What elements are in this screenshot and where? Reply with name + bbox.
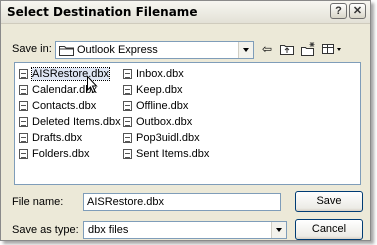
select-destination-dialog: Select Destination Filename ? ✕ Save in:… bbox=[0, 0, 371, 241]
file-item[interactable]: Outbox.dbx bbox=[121, 114, 209, 130]
title-bar[interactable]: Select Destination Filename ? ✕ bbox=[1, 1, 370, 24]
dbx-file-icon bbox=[123, 117, 132, 127]
dbx-file-icon bbox=[19, 85, 28, 95]
file-name-label: File name: bbox=[12, 196, 64, 208]
file-item[interactable]: Offline.dbx bbox=[121, 98, 209, 114]
save-in-dropdown[interactable]: Outlook Express bbox=[55, 41, 254, 59]
file-column-2: Inbox.dbx Keep.dbx Offline.dbx Outbox.db… bbox=[121, 66, 209, 162]
dbx-file-icon bbox=[123, 101, 132, 111]
dbx-file-icon bbox=[19, 117, 28, 127]
dialog-title: Select Destination Filename bbox=[7, 5, 198, 19]
file-item[interactable]: Keep.dbx bbox=[121, 82, 209, 98]
folder-icon bbox=[59, 46, 74, 56]
file-item[interactable]: Inbox.dbx bbox=[121, 66, 209, 82]
file-item[interactable]: Calendar.dbx bbox=[17, 82, 121, 98]
file-list[interactable]: AISRestore.dbx Calendar.dbx Contacts.dbx… bbox=[14, 62, 361, 185]
file-name-input[interactable] bbox=[83, 193, 281, 211]
file-item[interactable]: Folders.dbx bbox=[17, 146, 121, 162]
chevron-down-icon[interactable] bbox=[271, 222, 286, 238]
new-folder-icon[interactable] bbox=[300, 41, 316, 57]
save-button[interactable]: Save bbox=[295, 191, 363, 212]
dbx-file-icon bbox=[19, 69, 28, 79]
dbx-file-icon bbox=[123, 133, 132, 143]
save-in-label: Save in: bbox=[12, 43, 52, 55]
dbx-file-icon bbox=[123, 69, 132, 79]
dbx-file-icon bbox=[19, 149, 28, 159]
save-as-type-dropdown[interactable]: dbx files bbox=[83, 221, 287, 239]
file-item[interactable]: Drafts.dbx bbox=[17, 130, 121, 146]
back-icon[interactable]: ⇦ bbox=[259, 41, 275, 57]
file-item[interactable]: Deleted Items.dbx bbox=[17, 114, 121, 130]
save-as-type-label: Save as type: bbox=[12, 224, 79, 236]
save-as-type-value: dbx files bbox=[88, 224, 129, 236]
file-item[interactable]: Pop3uidl.dbx bbox=[121, 130, 209, 146]
close-icon: ✕ bbox=[352, 5, 363, 17]
mouse-pointer-icon bbox=[87, 76, 98, 94]
chevron-down-icon[interactable] bbox=[238, 42, 253, 58]
save-in-value: Outlook Express bbox=[77, 44, 158, 56]
dbx-file-icon bbox=[123, 85, 132, 95]
up-folder-icon[interactable] bbox=[279, 41, 295, 57]
close-button[interactable]: ✕ bbox=[349, 3, 366, 19]
file-column-1: AISRestore.dbx Calendar.dbx Contacts.dbx… bbox=[17, 66, 121, 162]
file-item[interactable]: AISRestore.dbx bbox=[17, 66, 121, 82]
file-item[interactable]: Sent Items.dbx bbox=[121, 146, 209, 162]
dbx-file-icon bbox=[19, 101, 28, 111]
file-item[interactable]: Contacts.dbx bbox=[17, 98, 121, 114]
help-button[interactable]: ? bbox=[330, 3, 347, 19]
views-menu-icon[interactable] bbox=[321, 41, 345, 57]
cancel-button[interactable]: Cancel bbox=[295, 219, 363, 240]
dbx-file-icon bbox=[123, 149, 132, 159]
dbx-file-icon bbox=[19, 133, 28, 143]
